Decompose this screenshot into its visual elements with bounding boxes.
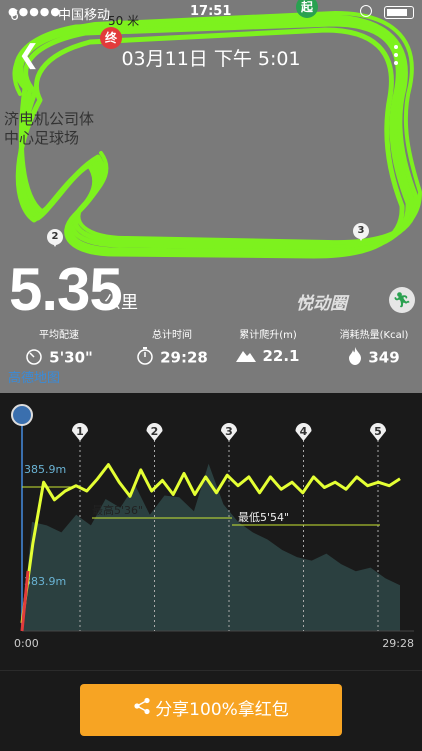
page-title: 03月11日 下午 5:01 [121,48,301,70]
chart-canvas: 1 2 3 4 5 385.9m 383.9m 最高5'36" 最低5'54" 0:00 29:28 [11,404,414,650]
annotation-min: 最低5'54" [238,511,289,524]
stopwatch-icon [25,347,43,369]
bottom-bar: 分享100%拿红包 [0,670,422,751]
km-pin-label: 5 [374,425,382,438]
status-bar: ●●●●● 中国移动 17:51 [0,0,422,26]
battery-icon [384,6,414,19]
stats-row: 平均配速 5'30" 总计时间 29:28 累计爬升(m) 22.1 消耗热量(… [0,326,422,368]
share-icon [133,684,151,736]
rotation-lock-icon [360,5,372,17]
km-pin-label: 3 [225,425,233,438]
altitude-label: 385.9m [24,463,66,476]
stat-avg-pace: 平均配速 5'30" [24,326,94,369]
stat-total-time: 总计时间 29:28 [132,326,212,369]
end-marker: 终 [100,27,122,49]
clock-time: 17:51 [190,4,232,19]
runner-icon[interactable]: 🏃︎ [389,287,415,313]
x-end-label: 29:28 [382,637,414,650]
km-pin-label: 4 [300,425,308,438]
nav-bar: ❮ 03月11日 下午 5:01 [0,40,422,74]
pace-altitude-chart[interactable]: 1 2 3 4 5 385.9m 383.9m 最高5'36" 最低5'54" 0:00 29:28 [0,393,422,670]
km-marker-2: 2 [47,229,63,247]
route-map[interactable]: ●●●●● 中国移动 17:51 6 50 米 ❮ 03月11日 下午 5:01… [0,0,422,393]
more-menu-icon[interactable] [394,45,398,69]
brand-logo: 悦动圈 [296,294,347,314]
carrier-name: 中国移动 [58,8,111,23]
scrubber-handle [11,404,33,426]
altitude-label: 383.9m [24,575,66,588]
distance-unit: 公里 [104,293,138,313]
x-start-label: 0:00 [14,637,39,650]
km-marker-3: 3 [353,223,369,241]
stat-elevation-gain: 累计爬升(m) 22.1 [228,326,308,366]
km-pin-label: 1 [76,425,84,438]
timer-icon [136,347,154,369]
map-scale-value: 6 [10,8,19,24]
mountain-icon [236,348,257,366]
share-button[interactable]: 分享100%拿红包 [80,684,342,736]
annotation-max: 最高5'36" [92,503,143,517]
map-attribution: 高德地图 [8,371,61,386]
flame-icon [348,347,362,369]
stat-calories: 消耗热量(Kcal) 349 [330,326,418,369]
km-pin-label: 2 [151,425,159,438]
map-place-label: 济电机公司体 中心足球场 [4,110,95,147]
